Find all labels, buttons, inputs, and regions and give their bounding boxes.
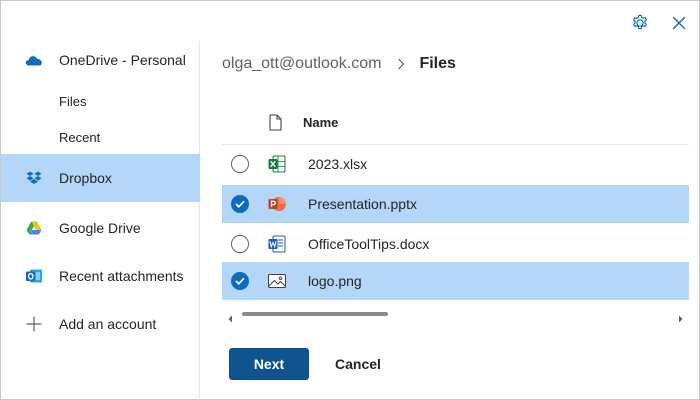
powerpoint-file-icon <box>267 194 287 214</box>
sidebar-item-label: Recent attachments <box>59 268 184 284</box>
file-row[interactable]: OfficeToolTips.docx <box>222 225 689 263</box>
sidebar-item-label: OneDrive - Personal <box>59 52 186 68</box>
file-list-header: Name <box>222 107 689 145</box>
outlook-icon <box>25 267 43 285</box>
file-name: logo.png <box>308 273 362 289</box>
google-drive-icon <box>25 219 43 237</box>
file-name: OfficeToolTips.docx <box>308 236 430 252</box>
sidebar-item-onedrive[interactable]: OneDrive - Personal <box>1 47 200 73</box>
close-icon[interactable] <box>669 13 689 33</box>
breadcrumb-root[interactable]: olga_ott@outlook.com <box>222 55 381 73</box>
scroll-left-icon[interactable] <box>228 310 233 328</box>
file-row[interactable]: Presentation.pptx <box>222 185 689 223</box>
row-select-check[interactable] <box>231 272 249 290</box>
image-file-icon <box>267 271 287 291</box>
sidebar-item-google-drive[interactable]: Google Drive <box>1 215 200 241</box>
column-header-name[interactable]: Name <box>303 115 338 130</box>
attach-file-dialog: OneDrive - Personal Files Recent Dropbox… <box>0 0 700 400</box>
row-select-radio[interactable] <box>231 235 249 253</box>
file-row[interactable]: logo.png <box>222 262 689 300</box>
breadcrumb-current: Files <box>419 55 456 72</box>
sidebar-item-dropbox[interactable]: Dropbox <box>1 154 200 202</box>
sidebar-item-files[interactable]: Files <box>59 94 86 109</box>
dropbox-icon <box>25 169 43 187</box>
scrollbar-thumb[interactable] <box>242 312 388 316</box>
horizontal-scrollbar[interactable] <box>222 307 689 323</box>
document-icon <box>269 114 282 136</box>
onedrive-icon <box>25 51 43 69</box>
word-file-icon <box>267 234 287 254</box>
file-name: Presentation.pptx <box>308 196 417 212</box>
file-row[interactable]: 2023.xlsx <box>222 145 689 183</box>
sidebar-item-label: Google Drive <box>59 220 141 236</box>
sidebar-item-label: Add an account <box>59 316 157 332</box>
gear-icon[interactable] <box>630 13 650 33</box>
plus-icon <box>25 315 43 333</box>
excel-file-icon <box>267 154 287 174</box>
cancel-button[interactable]: Cancel <box>319 348 397 380</box>
row-select-check[interactable] <box>231 195 249 213</box>
sidebar-item-add-account[interactable]: Add an account <box>1 311 200 337</box>
sidebar-item-label: Dropbox <box>59 170 112 186</box>
scroll-right-icon[interactable] <box>678 310 683 328</box>
row-select-radio[interactable] <box>231 155 249 173</box>
breadcrumb: olga_ott@outlook.com Files <box>222 53 456 75</box>
next-button[interactable]: Next <box>229 348 309 380</box>
chevron-right-icon <box>397 58 405 70</box>
sidebar-item-recent-attachments[interactable]: Recent attachments <box>1 263 200 289</box>
file-name: 2023.xlsx <box>308 156 368 172</box>
sidebar-item-recent[interactable]: Recent <box>59 130 100 145</box>
